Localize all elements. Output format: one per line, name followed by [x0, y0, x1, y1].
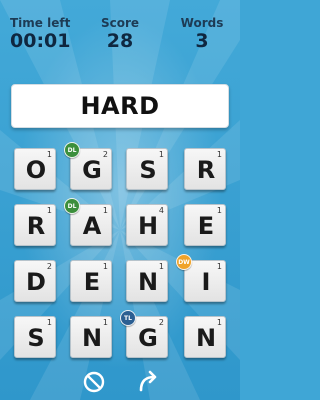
letter-tile-r0c0[interactable]: O 1: [14, 148, 56, 190]
tile-points: 4: [158, 206, 164, 215]
letter-tile-r0c2[interactable]: S 1: [126, 148, 168, 190]
tile-points: 1: [158, 150, 164, 159]
letter-tile-r1c2[interactable]: H 4: [126, 204, 168, 246]
tile-points: 1: [216, 150, 222, 159]
score-value: 28: [106, 30, 134, 52]
letter-tile-r2c2[interactable]: N 1: [126, 260, 168, 302]
time-left-stat: Time left 00:01: [10, 16, 70, 52]
tile-points: 1: [46, 150, 52, 159]
letter-grid: O 1 G 2 S 1 R 1 R 1 A 1 H 4 E 1 D 2 E 1 …: [14, 142, 228, 358]
time-left-value: 00:01: [10, 30, 71, 52]
letter-tile-r3c3[interactable]: N 1: [184, 316, 226, 358]
tile-points: 2: [102, 150, 108, 159]
tile-points: 1: [102, 262, 108, 271]
tile-points: 1: [102, 318, 108, 327]
letter-tile-r1c3[interactable]: E 1: [184, 204, 226, 246]
score-label: Score: [100, 16, 140, 30]
tile-points: 1: [216, 206, 222, 215]
letter-tile-r0c3[interactable]: R 1: [184, 148, 226, 190]
current-word-text: HARD: [80, 92, 160, 120]
words-label: Words: [180, 16, 224, 30]
current-word-display: HARD: [11, 84, 229, 128]
letter-tile-r2c1[interactable]: E 1: [70, 260, 112, 302]
tile-points: 1: [216, 318, 222, 327]
tile-points: 1: [46, 206, 52, 215]
tile-points: 1: [102, 206, 108, 215]
letter-tile-r1c0[interactable]: R 1: [14, 204, 56, 246]
letter-tile-r2c0[interactable]: D 2: [14, 260, 56, 302]
curved-arrow-icon: [139, 370, 157, 392]
time-left-label: Time left: [10, 16, 71, 30]
words-stat: Words 3: [178, 16, 226, 52]
double-letter-badge: DL: [64, 198, 80, 214]
words-value: 3: [195, 30, 209, 52]
triple-letter-badge: TL: [120, 310, 136, 326]
submit-word-button[interactable]: [134, 368, 162, 396]
tile-points: 1: [216, 262, 222, 271]
double-word-badge: DW: [176, 254, 192, 270]
letter-tile-r3c0[interactable]: S 1: [14, 316, 56, 358]
tile-points: 2: [158, 318, 164, 327]
letter-tile-r3c1[interactable]: N 1: [70, 316, 112, 358]
prohibit-icon: [83, 371, 105, 393]
tile-points: 2: [46, 262, 52, 271]
clear-word-button[interactable]: [80, 368, 108, 396]
score-stat: Score 28: [95, 16, 145, 52]
tile-points: 1: [46, 318, 52, 327]
tile-points: 1: [158, 262, 164, 271]
double-letter-badge: DL: [64, 142, 80, 158]
